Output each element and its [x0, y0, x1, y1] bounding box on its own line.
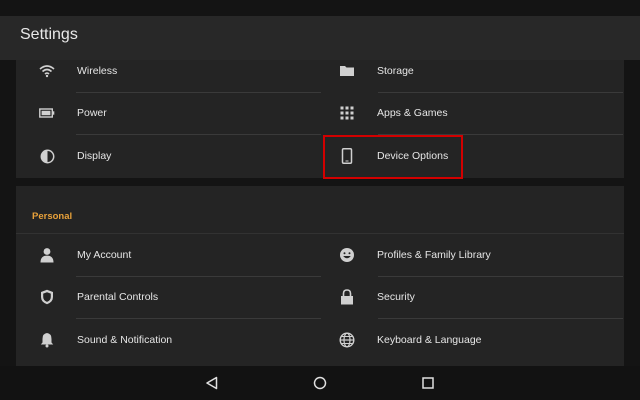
battery-icon	[38, 104, 56, 122]
settings-screen: Settings Wireless Storage Power Apps & G…	[0, 0, 640, 400]
settings-item-keyboard-language[interactable]: Keyboard & Language	[324, 319, 614, 361]
settings-item-label: Storage	[377, 65, 414, 77]
device-settings-card: Wireless Storage Power Apps & Games Disp…	[16, 60, 624, 178]
folder-icon	[338, 62, 356, 80]
recents-square-icon[interactable]	[419, 374, 437, 392]
settings-item-wireless[interactable]: Wireless	[24, 50, 314, 92]
smiley-icon	[338, 246, 356, 264]
navigation-bar	[0, 366, 640, 400]
settings-item-apps-games[interactable]: Apps & Games	[324, 92, 614, 134]
settings-item-label: Parental Controls	[77, 291, 159, 303]
settings-item-label: Sound & Notification	[77, 334, 173, 346]
bell-icon	[38, 331, 56, 349]
shield-icon	[38, 288, 56, 306]
settings-item-label: Profiles & Family Library	[377, 249, 491, 261]
settings-item-label: Wireless	[77, 65, 118, 77]
settings-item-label: Apps & Games	[377, 107, 448, 119]
settings-item-display[interactable]: Display	[24, 135, 314, 177]
settings-item-parental-controls[interactable]: Parental Controls	[24, 276, 314, 318]
settings-item-security[interactable]: Security	[324, 276, 614, 318]
settings-item-label: Display	[77, 150, 112, 162]
settings-item-label: Keyboard & Language	[377, 334, 482, 346]
page-title: Settings	[20, 26, 78, 43]
settings-item-label: Security	[377, 291, 415, 303]
globe-icon	[338, 331, 356, 349]
settings-item-my-account[interactable]: My Account	[24, 234, 314, 276]
settings-item-label: My Account	[77, 249, 132, 261]
home-circle-icon[interactable]	[311, 374, 329, 392]
contrast-icon	[38, 147, 56, 165]
settings-item-power[interactable]: Power	[24, 92, 314, 134]
personal-settings-card: Personal My Account Profiles & Family Li…	[16, 186, 624, 366]
person-icon	[38, 246, 56, 264]
settings-item-label: Power	[77, 107, 107, 119]
settings-item-storage[interactable]: Storage	[324, 50, 614, 92]
section-header-personal: Personal	[32, 211, 73, 222]
highlight-box-device-options	[323, 135, 463, 179]
back-triangle-icon[interactable]	[203, 374, 221, 392]
settings-list[interactable]: Wireless Storage Power Apps & Games Disp…	[0, 60, 640, 366]
settings-item-profiles-family-library[interactable]: Profiles & Family Library	[324, 234, 614, 276]
apps-grid-icon	[338, 104, 356, 122]
settings-item-sound-notification[interactable]: Sound & Notification	[24, 319, 314, 361]
wifi-icon	[38, 62, 56, 80]
lock-icon	[338, 288, 356, 306]
